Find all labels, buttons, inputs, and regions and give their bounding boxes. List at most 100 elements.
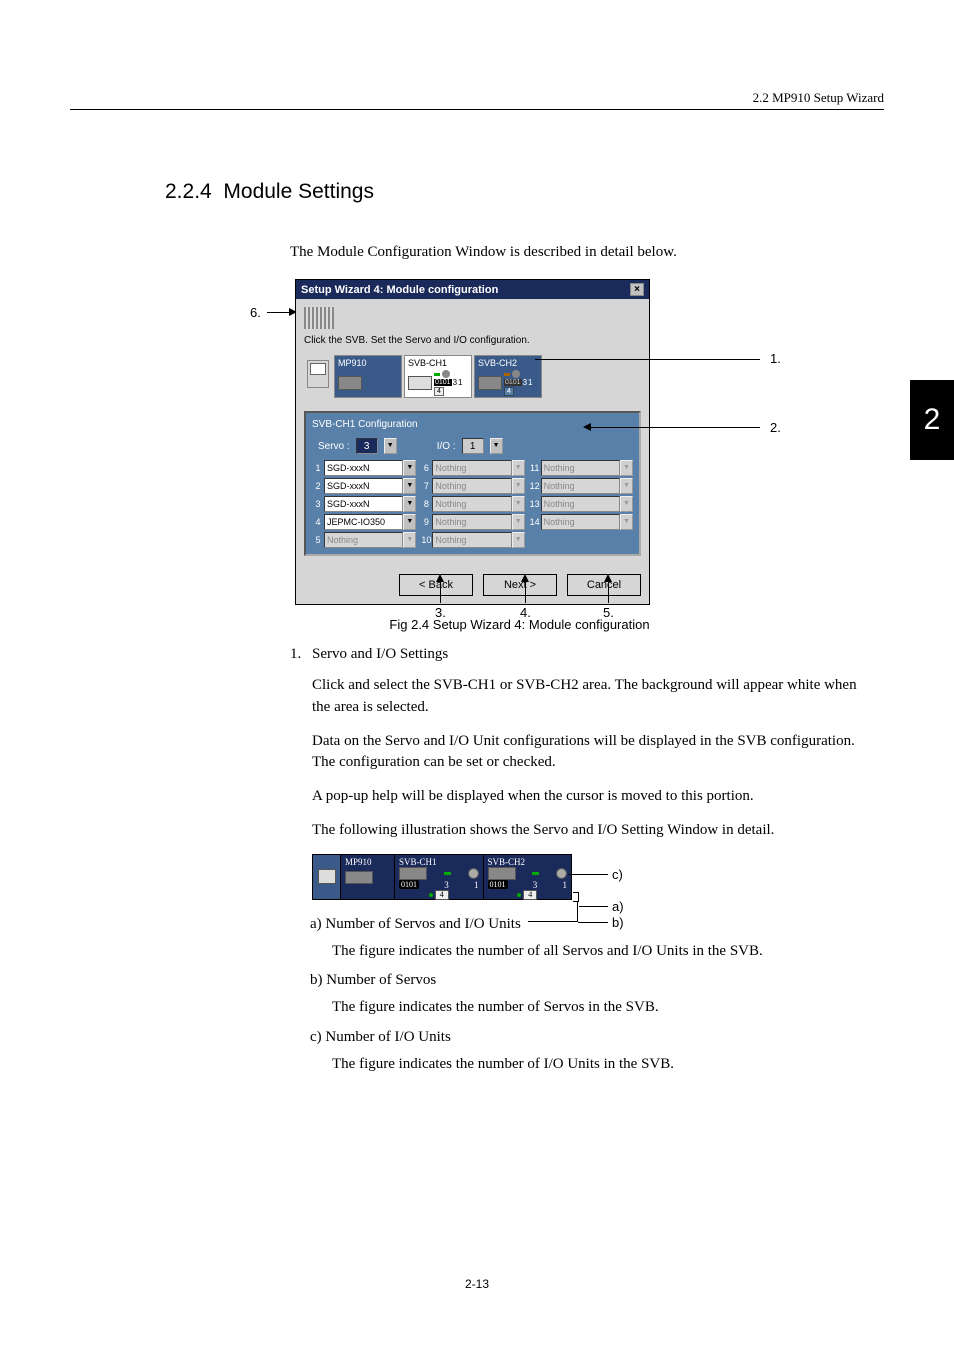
io-value: 1 <box>462 438 484 454</box>
led-orange-icon <box>504 373 510 376</box>
ch2-n1: 1 <box>528 378 532 387</box>
svb-ch1-label: SVB-CH1 <box>399 857 479 867</box>
callout-6: 6. <box>250 305 261 320</box>
ch1-n3: 3 <box>453 378 457 387</box>
slot-num: 13 <box>529 499 541 509</box>
callout-c: c) <box>612 867 623 882</box>
list-1-p3: A pop-up help will be displayed when the… <box>312 786 874 808</box>
figure-module-config: 6. Setup Wizard 4: Module configuration … <box>255 279 874 605</box>
knob-icon <box>442 370 450 378</box>
callout-2: 2. <box>770 420 781 435</box>
led-green-icon <box>532 872 539 875</box>
page-header: 2.2 MP910 Setup Wizard <box>70 90 884 106</box>
slot-input-6: Nothing <box>432 460 511 476</box>
svb-config-panel: SVB-CH1 Configuration Servo : 3 ▼ I/O : … <box>304 411 641 556</box>
ch1-n4: 4 <box>434 387 444 396</box>
slot-num: 7 <box>420 481 432 491</box>
slot-num: 6 <box>420 463 432 473</box>
slot-num: 5 <box>312 535 324 545</box>
chevron-decoration-icon <box>304 307 334 329</box>
section-title: 2.2.4 Module Settings <box>165 180 874 204</box>
slot-input-8: Nothing <box>432 496 511 512</box>
knob-icon <box>468 868 479 879</box>
dropdown-icon: ▼ <box>512 460 525 476</box>
dropdown-icon: ▼ <box>512 514 525 530</box>
callout-1-line <box>535 359 760 360</box>
dropdown-icon: ▼ <box>620 496 633 512</box>
sub-c-head: c) Number of I/O Units <box>310 1029 874 1046</box>
dropdown-icon: ▼ <box>512 496 525 512</box>
slot-num: 4 <box>312 517 324 527</box>
io-badge: 0101 <box>488 880 508 889</box>
disk-icon <box>408 376 432 390</box>
slot-input-11: Nothing <box>541 460 620 476</box>
module-ch2-label: SVB-CH2 <box>478 358 538 368</box>
slot-input-3[interactable]: SGD-xxxN <box>324 496 403 512</box>
section-heading: Module Settings <box>223 180 374 203</box>
dropdown-icon: ▼ <box>620 460 633 476</box>
servo-value: 3 <box>356 438 378 454</box>
slot-num: 9 <box>420 517 432 527</box>
svb2-n1: 1 <box>563 880 568 890</box>
sub-a-body: The figure indicates the number of all S… <box>332 941 874 963</box>
callout-5: 5. <box>603 605 614 620</box>
slot-num: 1 <box>312 463 324 473</box>
callout-2-arrow <box>583 423 591 431</box>
list-1-p1: Click and select the SVB-CH1 or SVB-CH2 … <box>312 675 874 719</box>
close-icon[interactable]: × <box>630 283 644 296</box>
slot-num: 11 <box>529 463 541 473</box>
callout-4: 4. <box>520 605 531 620</box>
callout-b: b) <box>612 915 624 930</box>
list-1-p4: The following illustration shows the Ser… <box>312 820 874 842</box>
slot-grid: 1SGD-xxxN▼ 6Nothing▼ 11Nothing▼ 2SGD-xxx… <box>312 460 633 548</box>
callout-4-arrow <box>521 574 529 582</box>
callout-3-line <box>440 579 441 603</box>
bracket-a <box>573 892 579 902</box>
callout-5-line <box>608 579 609 603</box>
slot-input-10: Nothing <box>432 532 511 548</box>
callout-a: a) <box>612 899 624 914</box>
callout-3-arrow <box>436 574 444 582</box>
module-svb-ch1[interactable]: SVB-CH1 0101 3 <box>404 355 472 398</box>
servo-dropdown[interactable]: ▼ <box>384 438 397 454</box>
slot-num: 2 <box>312 481 324 491</box>
dropdown-icon: ▼ <box>620 478 633 494</box>
module-ch1-label: SVB-CH1 <box>408 358 468 368</box>
line-b <box>578 922 608 923</box>
disk-icon <box>399 867 427 880</box>
dropdown-icon[interactable]: ▼ <box>403 514 416 530</box>
disk-icon <box>478 376 502 390</box>
disk-icon <box>488 867 516 880</box>
sub-b-body: The figure indicates the number of Servo… <box>332 997 874 1019</box>
sub-c-body: The figure indicates the number of I/O U… <box>332 1054 874 1076</box>
bracket-b <box>528 902 578 922</box>
svb-n3: 3 <box>444 880 449 890</box>
dialog-buttons: < Back Next > Cancel <box>296 564 649 604</box>
dropdown-icon[interactable]: ▼ <box>403 478 416 494</box>
dropdown-icon[interactable]: ▼ <box>403 496 416 512</box>
slot-num: 8 <box>420 499 432 509</box>
servo-label: Servo : <box>318 441 350 452</box>
setup-wizard-dialog: Setup Wizard 4: Module configuration × C… <box>295 279 650 605</box>
module-mp910[interactable]: MP910 <box>334 355 402 398</box>
dot-icon <box>517 893 521 897</box>
dropdown-icon: ▼ <box>512 478 525 494</box>
dialog-instruction: Click the SVB. Set the Servo and I/O con… <box>304 335 641 346</box>
line-a <box>579 906 608 907</box>
next-button[interactable]: Next > <box>483 574 557 596</box>
slot-input-2[interactable]: SGD-xxxN <box>324 478 403 494</box>
dropdown-icon[interactable]: ▼ <box>403 460 416 476</box>
dropdown-icon: ▼ <box>512 532 525 548</box>
svb-ch2-label: SVB-CH2 <box>488 857 568 867</box>
dialog-titlebar: Setup Wizard 4: Module configuration × <box>296 280 649 299</box>
slot-input-1[interactable]: SGD-xxxN <box>324 460 403 476</box>
io-dropdown[interactable]: ▼ <box>490 438 503 454</box>
slot-input-12: Nothing <box>541 478 620 494</box>
list-1-heading: Servo and I/O Settings <box>312 646 874 663</box>
module-svb-ch2[interactable]: SVB-CH2 0101 3 <box>474 355 542 398</box>
io-badge: 0101 <box>434 379 452 386</box>
slot-input-4[interactable]: JEPMC-IO350 <box>324 514 403 530</box>
io-badge: 0101 <box>504 379 522 386</box>
callout-1: 1. <box>770 351 781 366</box>
slot-input-13: Nothing <box>541 496 620 512</box>
